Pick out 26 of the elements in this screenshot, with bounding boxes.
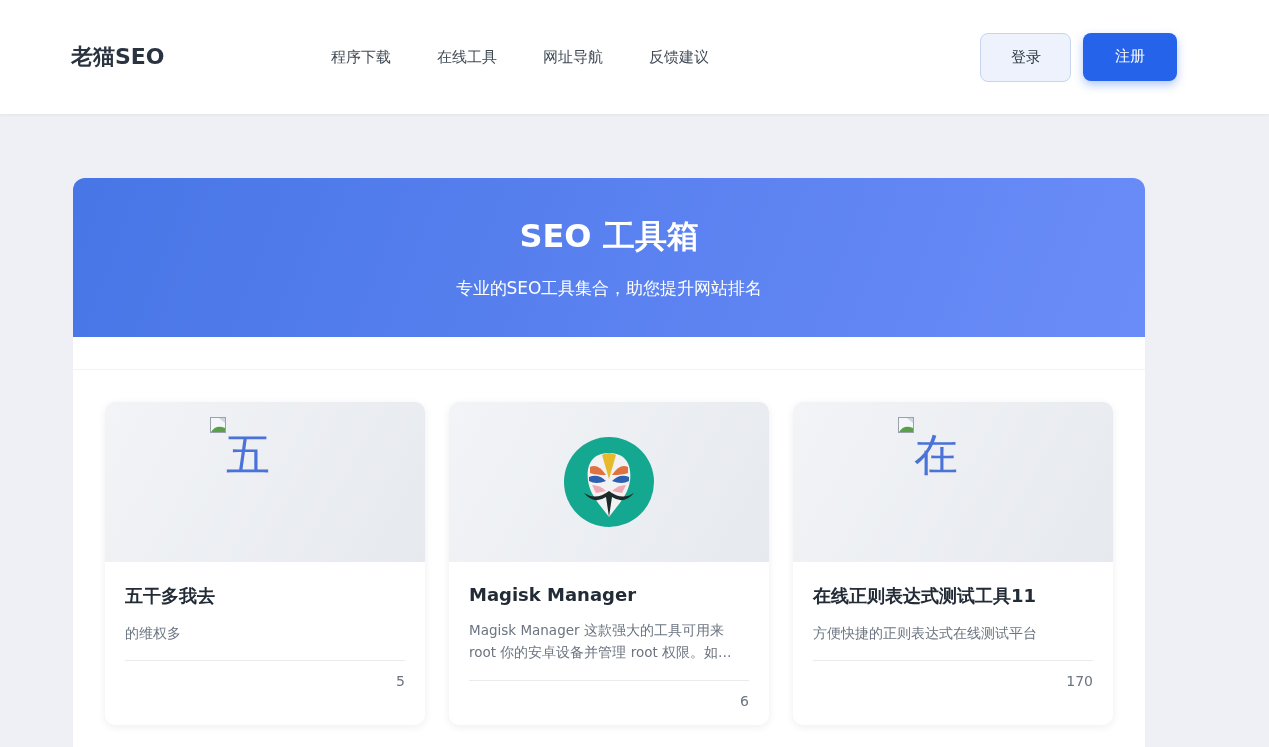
tool-card[interactable]: 在 在线正则表达式测试工具11 方便快捷的正则表达式在线测试平台 170 [793,402,1113,725]
hero-subtitle: 专业的SEO工具集合，助您提升网站排名 [455,277,763,300]
card-title: Magisk Manager [469,584,638,605]
broken-image-icon [898,417,914,433]
nav-link[interactable]: 在线工具 [437,43,497,71]
tool-card[interactable]: Magisk Manager Magisk Manager 这款强大的工具可用来 root 你的安卓设备并管理 root 权限。如… 6 [449,402,769,725]
card-description: 方便快捷的正则表达式在线测试平台 [813,622,1093,662]
tool-card[interactable]: 五 五干多我去 的维权多 5 [105,402,425,725]
view-count: 170 [1066,673,1093,690]
card-title: 在线正则表达式测试工具11 [813,584,1038,608]
mask-logo-icon [562,435,656,529]
hero-title: SEO 工具箱 [519,216,699,257]
image-alt-text: 在 [914,431,958,480]
nav-link[interactable]: 网址导航 [543,43,603,71]
card-title: 五干多我去 [125,584,216,608]
card-description: 的维权多 [125,622,405,662]
register-button[interactable]: 注册 [1083,32,1177,81]
card-description: Magisk Manager 这款强大的工具可用来 root 你的安卓设备并管理 root 权限。如… [469,619,749,681]
site-logo[interactable]: 老猫SEO [71,42,271,72]
nav-link[interactable]: 反馈建议 [649,43,709,71]
nav-link[interactable]: 程序下载 [331,43,391,71]
broken-image-icon [210,417,226,433]
login-button[interactable]: 登录 [980,32,1071,82]
image-alt-text: 五 [226,431,270,480]
view-count: 5 [396,673,405,690]
view-count: 6 [740,692,749,709]
